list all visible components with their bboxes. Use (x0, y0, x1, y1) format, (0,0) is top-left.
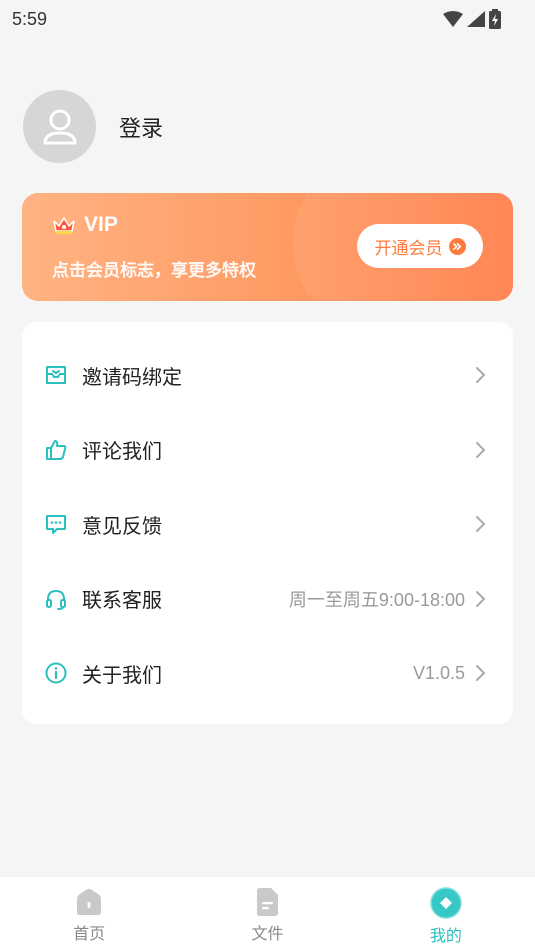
profile-header[interactable]: 登录 (23, 90, 163, 163)
menu-item-label: 意见反馈 (82, 513, 162, 538)
status-icons (443, 9, 501, 29)
open-membership-button[interactable]: 开通会员 (357, 224, 483, 268)
open-membership-label: 开通会员 (374, 238, 443, 259)
login-link[interactable]: 登录 (119, 111, 163, 143)
menu-item-rate-us[interactable]: 评论我们 (22, 413, 513, 488)
service-hours: 周一至周五9:00-18:00 (288, 589, 465, 610)
menu-item-customer-service[interactable]: 联系客服 周一至周五9:00-18:00 (22, 562, 513, 637)
profile-diamond-icon (430, 887, 462, 919)
chevron-right-icon (476, 367, 485, 384)
feedback-chat-icon (44, 512, 68, 536)
vip-subtitle: 点击会员标志，享更多特权 (52, 261, 256, 281)
menu-item-label: 评论我们 (82, 439, 162, 464)
status-bar: 5:59 (0, 0, 535, 38)
vip-title: VIP (84, 213, 118, 236)
wifi-icon (443, 11, 463, 27)
vip-title-row: VIP (52, 213, 118, 237)
tab-files[interactable]: 文件 (178, 877, 356, 951)
file-icon (257, 888, 279, 916)
chevron-right-icon (476, 590, 485, 607)
user-placeholder-icon (43, 109, 76, 144)
tab-home[interactable]: 首页 (0, 877, 178, 951)
invite-inbox-icon (44, 363, 68, 387)
menu-item-label: 联系客服 (82, 588, 162, 613)
menu-item-invite-code[interactable]: 邀请码绑定 (22, 338, 513, 413)
bottom-tab-bar: 首页 文件 我的 (0, 877, 535, 951)
chevron-right-icon (476, 665, 485, 682)
avatar[interactable] (23, 90, 96, 163)
menu-item-label: 关于我们 (82, 662, 162, 687)
menu-item-feedback[interactable]: 意见反馈 (22, 487, 513, 562)
menu-item-about-us[interactable]: 关于我们 V1.0.5 (22, 636, 513, 711)
tab-label: 首页 (73, 924, 106, 943)
settings-menu: 邀请码绑定 评论我们 意见反馈 联系客服 周一至周五9:00-18:00 关于我… (22, 322, 513, 724)
tab-mine[interactable]: 我的 (357, 877, 535, 951)
menu-item-label: 邀请码绑定 (82, 364, 182, 389)
tab-label: 我的 (429, 926, 462, 945)
vip-card[interactable]: VIP 点击会员标志，享更多特权 开通会员 (22, 193, 513, 301)
info-icon (44, 661, 68, 685)
chevron-right-icon (476, 516, 485, 533)
crown-icon (53, 217, 75, 234)
app-version: V1.0.5 (412, 662, 465, 683)
status-time: 5:59 (12, 8, 48, 29)
chevron-right-icon (476, 441, 485, 458)
cellular-signal-icon (467, 11, 485, 27)
home-icon (77, 889, 102, 915)
battery-icon (489, 9, 501, 29)
thumbs-up-icon (44, 438, 68, 462)
headset-icon (44, 587, 68, 611)
tab-label: 文件 (251, 924, 284, 943)
arrow-right-circle-icon (448, 237, 466, 255)
